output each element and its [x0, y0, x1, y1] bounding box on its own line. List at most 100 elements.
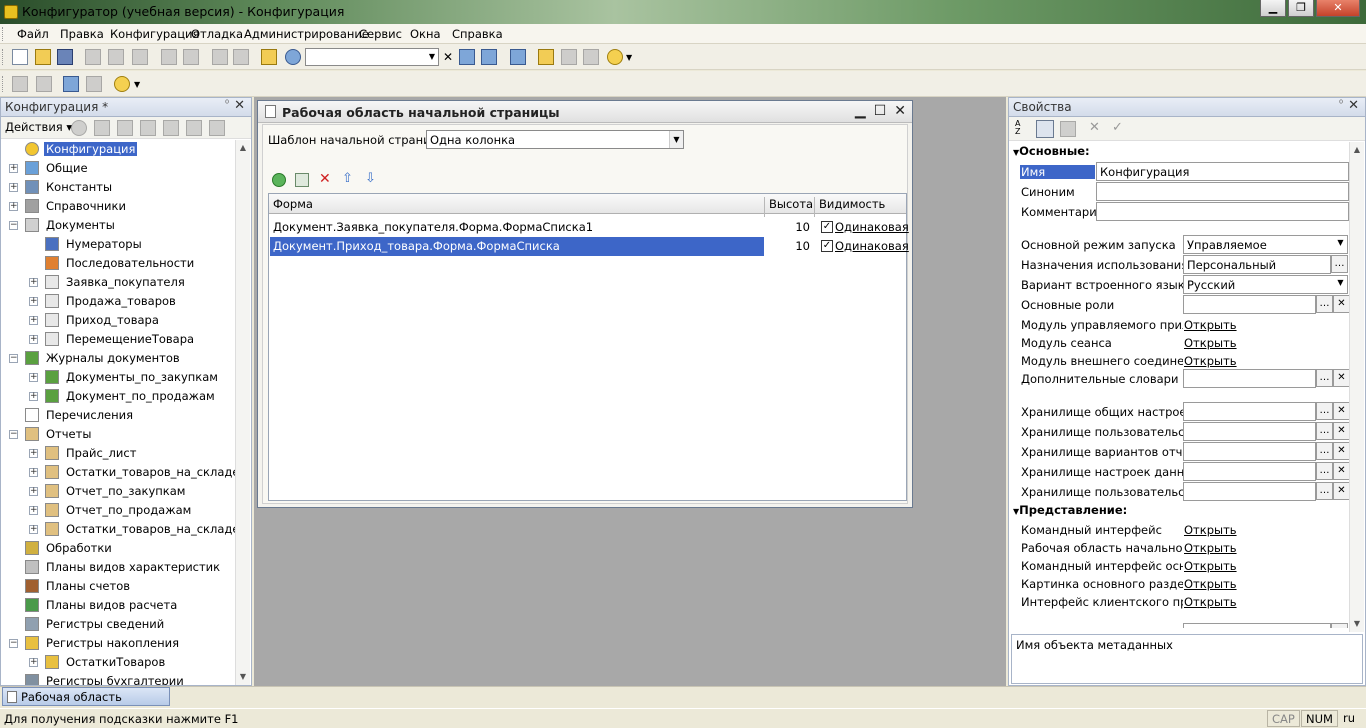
tree-item[interactable]: + Заявка_покупателя — [1, 273, 235, 292]
tree-item[interactable]: + Документ_по_продажам — [1, 387, 235, 406]
toolbar2-more-icon[interactable]: ▼ — [134, 80, 144, 96]
props-scroll-up-icon[interactable]: ▲ — [1350, 142, 1364, 158]
search-dropdown-icon[interactable]: ▼ — [426, 49, 438, 65]
template-dropdown-icon[interactable]: ▼ — [669, 131, 683, 148]
syntax-helper-icon[interactable] — [538, 49, 554, 65]
dropdown-icon[interactable]: ▼ — [1332, 275, 1349, 293]
expand-icon[interactable]: + — [29, 487, 38, 496]
scroll-down-icon[interactable]: ▼ — [236, 669, 250, 685]
expand-icon[interactable]: + — [29, 449, 38, 458]
property-section-header[interactable]: ▼Представление: — [1013, 503, 1127, 517]
visibility-checkbox[interactable]: ✓ — [821, 221, 833, 233]
row-visibility-cell[interactable]: Одинаковая — [835, 239, 909, 253]
expand-icon[interactable]: + — [29, 297, 38, 306]
taskbar-item[interactable]: Рабочая область начально... — [2, 687, 170, 718]
expand-icon[interactable]: + — [29, 373, 38, 382]
ellipsis-button[interactable]: … — [1331, 623, 1348, 628]
menu-configuration[interactable]: Конфигурация — [110, 27, 199, 41]
expand-icon[interactable]: + — [29, 468, 38, 477]
property-value-field[interactable] — [1183, 402, 1316, 421]
windows-icon[interactable] — [510, 49, 526, 65]
property-open-link[interactable]: Открыть — [1184, 559, 1237, 573]
row-visibility-cell[interactable]: Одинаковая — [835, 220, 909, 234]
tree-item[interactable]: + Прайс_лист — [1, 444, 235, 463]
find-next-icon[interactable] — [459, 49, 475, 65]
cut-icon[interactable] — [85, 49, 101, 65]
menu-edit[interactable]: Правка — [60, 27, 104, 41]
property-value-field[interactable] — [1183, 369, 1316, 388]
clear-value-icon[interactable]: ✕ — [1333, 369, 1349, 387]
expand-icon[interactable]: + — [29, 392, 38, 401]
add-icon[interactable] — [71, 120, 87, 136]
property-open-link[interactable]: Открыть — [1184, 577, 1237, 591]
table-row[interactable]: Документ.Заявка_покупателя.Форма.ФормаСп… — [269, 218, 909, 237]
workarea-maximize-button[interactable]: ☐ — [874, 103, 887, 119]
scroll-up-icon[interactable]: ▲ — [236, 140, 250, 156]
module-icon[interactable] — [12, 76, 28, 92]
pin-icon[interactable]: ⁰ — [225, 99, 229, 110]
property-value-field[interactable]: Русский — [1183, 623, 1331, 628]
copy-icon[interactable] — [108, 49, 124, 65]
ellipsis-button[interactable]: … — [1316, 295, 1333, 313]
collapse-icon[interactable]: − — [9, 221, 18, 230]
workarea-close-button[interactable]: ✕ — [894, 103, 906, 119]
tree-item[interactable]: Последовательности — [1, 254, 235, 273]
help-contents-icon[interactable] — [583, 49, 599, 65]
search-icon[interactable] — [285, 49, 301, 65]
property-open-link[interactable]: Открыть — [1184, 336, 1237, 350]
new-file-icon[interactable] — [12, 49, 28, 65]
property-value-field[interactable] — [1096, 182, 1349, 201]
sort-icon[interactable] — [209, 120, 225, 136]
property-open-link[interactable]: Открыть — [1184, 354, 1237, 368]
ellipsis-button[interactable]: … — [1316, 442, 1333, 460]
expand-icon[interactable]: + — [29, 525, 38, 534]
property-value-field[interactable] — [1096, 202, 1349, 221]
compare-icon[interactable] — [36, 76, 52, 92]
visibility-checkbox[interactable]: ✓ — [821, 240, 833, 252]
move-down-icon[interactable] — [186, 120, 202, 136]
tree-item[interactable]: Перечисления — [1, 406, 235, 425]
tree-item[interactable]: + Отчет_по_закупкам — [1, 482, 235, 501]
apply-icon[interactable]: ✓ — [1112, 120, 1128, 136]
move-up-icon[interactable] — [163, 120, 179, 136]
find-prev-icon[interactable] — [481, 49, 497, 65]
clear-value-icon[interactable]: ✕ — [1333, 295, 1349, 313]
expand-icon[interactable]: + — [29, 316, 38, 325]
filter-icon[interactable] — [1060, 121, 1076, 137]
expand-icon[interactable]: + — [29, 658, 38, 667]
info-icon[interactable] — [607, 49, 623, 65]
property-open-link[interactable]: Открыть — [1184, 541, 1237, 555]
property-value-field[interactable] — [1183, 295, 1316, 314]
search-input[interactable]: ▼ — [305, 48, 439, 66]
print-icon[interactable] — [161, 49, 177, 65]
actions-menu-button[interactable]: Действия ▾ — [5, 120, 72, 134]
workarea-minimize-button[interactable]: ▁ — [855, 103, 866, 119]
clear-value-icon[interactable]: ✕ — [1333, 442, 1349, 460]
expand-icon[interactable]: + — [9, 164, 18, 173]
toolbar-more-icon[interactable]: ▼ — [626, 53, 636, 69]
close-panel-icon[interactable]: ✕ — [234, 98, 245, 113]
ellipsis-button[interactable]: … — [1316, 482, 1333, 500]
clear-value-icon[interactable]: ✕ — [1333, 402, 1349, 420]
properties-window-icon[interactable] — [86, 76, 102, 92]
clear-search-icon[interactable]: ✕ — [441, 49, 455, 65]
tree-item[interactable]: + Приход_товара — [1, 311, 235, 330]
find-in-tree-icon[interactable] — [261, 49, 277, 65]
template-select[interactable]: Одна колонка ▼ — [426, 130, 684, 149]
add-row-icon[interactable] — [272, 173, 286, 187]
print-preview-icon[interactable] — [183, 49, 199, 65]
table-row-selected[interactable]: Документ.Приход_товара.Форма.ФормаСписка… — [269, 237, 909, 256]
property-value-field[interactable]: Конфигурация — [1096, 162, 1349, 181]
menu-debug[interactable]: Отладка — [191, 27, 243, 41]
props-scroll-down-icon[interactable]: ▼ — [1350, 616, 1364, 632]
help-search-icon[interactable] — [561, 49, 577, 65]
tree-scrollbar[interactable]: ▲ ▼ — [235, 140, 250, 685]
property-open-link[interactable]: Открыть — [1184, 318, 1237, 332]
expand-icon[interactable]: + — [9, 202, 18, 211]
tree-item[interactable]: − Отчеты — [1, 425, 235, 444]
minimize-button[interactable]: ▁ — [1260, 0, 1286, 17]
tree-item[interactable]: Регистры сведений — [1, 615, 235, 634]
column-visibility[interactable]: Видимость — [819, 197, 885, 211]
redo-icon[interactable] — [233, 49, 249, 65]
tree-item[interactable]: + Продажа_товаров — [1, 292, 235, 311]
